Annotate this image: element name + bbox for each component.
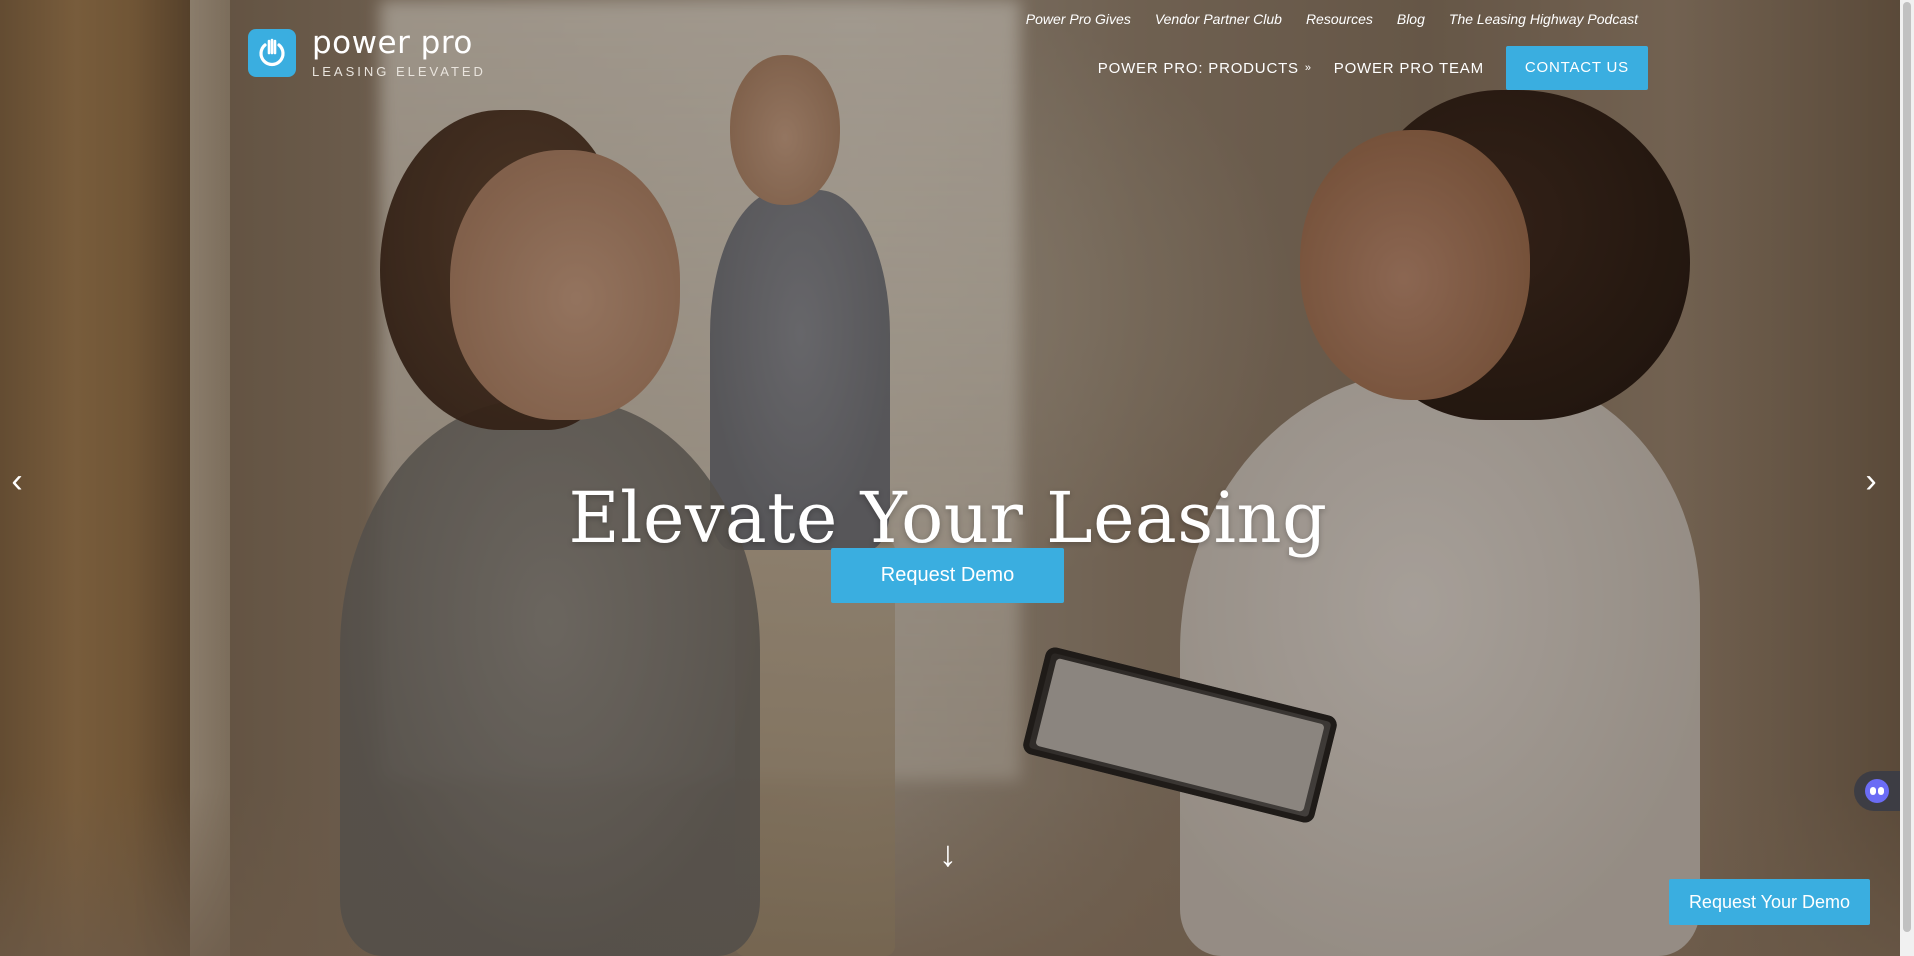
brand-name: power pro <box>312 25 473 61</box>
utility-link-power-pro-gives[interactable]: Power Pro Gives <box>1026 11 1131 27</box>
nav-team-link[interactable]: POWER PRO TEAM <box>1334 60 1484 77</box>
main-nav: POWER PRO: PRODUCTS » POWER PRO TEAM CON… <box>1098 46 1648 90</box>
scroll-down-arrow-icon[interactable]: ↓ <box>930 836 966 872</box>
utility-nav: Power Pro Gives Vendor Partner Club Reso… <box>1026 11 1638 27</box>
brand-tagline: LEASING ELEVATED <box>312 64 486 79</box>
chat-bot-icon <box>1865 779 1889 803</box>
brand-logo-link[interactable]: power pro LEASING ELEVATED <box>248 28 486 78</box>
utility-link-blog[interactable]: Blog <box>1397 11 1425 27</box>
scrollbar-thumb[interactable] <box>1903 2 1911 932</box>
contact-us-button[interactable]: CONTACT US <box>1505 46 1648 90</box>
utility-link-vendor-partner-club[interactable]: Vendor Partner Club <box>1155 11 1282 27</box>
hero-headline: Elevate Your Leasing <box>568 476 1328 559</box>
utility-link-podcast[interactable]: The Leasing Highway Podcast <box>1449 11 1638 27</box>
request-your-demo-button[interactable]: Request Your Demo <box>1669 879 1870 925</box>
request-demo-button[interactable]: Request Demo <box>831 548 1064 603</box>
power-icon <box>248 29 296 77</box>
page-scrollbar[interactable] <box>1900 0 1914 956</box>
brand-wordmark: power pro LEASING ELEVATED <box>312 25 486 79</box>
utility-link-resources[interactable]: Resources <box>1306 11 1373 27</box>
nav-products-dropdown[interactable]: POWER PRO: PRODUCTS » <box>1098 60 1312 77</box>
nav-products-label: POWER PRO: PRODUCTS <box>1097 59 1299 77</box>
nav-team-label: POWER PRO TEAM <box>1333 59 1484 77</box>
chat-widget-launcher[interactable] <box>1854 771 1900 811</box>
double-chevron-down-icon: » <box>1304 62 1312 74</box>
power-icon-graphic <box>259 38 285 67</box>
